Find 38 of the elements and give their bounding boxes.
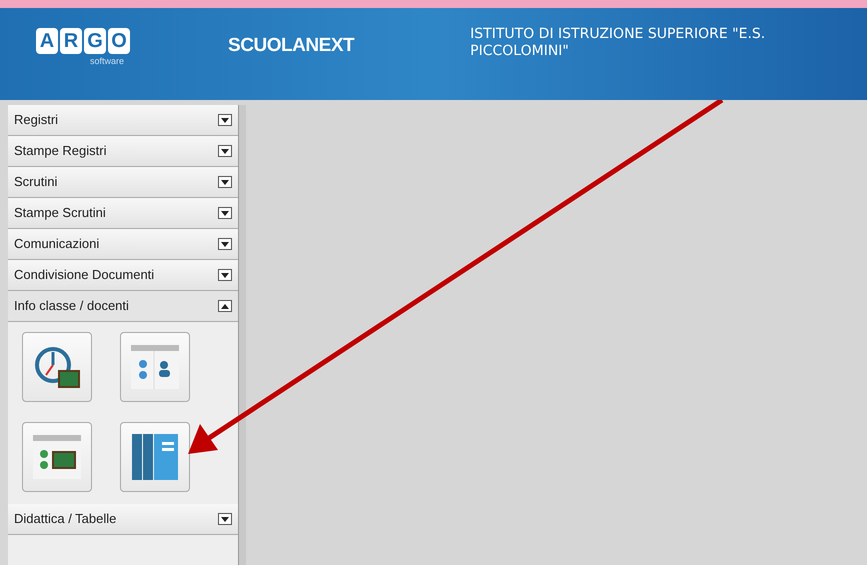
logo-letter: R (60, 28, 82, 54)
accordion-header[interactable]: Condivisione Documenti (8, 260, 238, 291)
product-name: SCUOLANEXT (228, 34, 354, 58)
section-label: Didattica / Tabelle (14, 510, 116, 528)
section-label: Info classe / docenti (14, 297, 129, 316)
window-board-icon (32, 434, 82, 480)
school-name: ISTITUTO DI ISTRUZIONE SUPERIORE "E.S. PICCOLOMINI" (470, 26, 766, 60)
logo-letter: A (36, 28, 58, 54)
expand-icon (218, 176, 232, 188)
expand-icon (218, 114, 232, 126)
accordion-header[interactable]: Registri (8, 105, 238, 136)
expand-icon (218, 207, 232, 219)
expand-icon (218, 145, 232, 157)
logo-subtitle: software (90, 55, 124, 68)
section-label: Stampe Registri (14, 142, 106, 160)
tile-button[interactable] (120, 332, 190, 402)
section-label: Comunicazioni (14, 235, 100, 254)
logo-letter: O (108, 28, 130, 54)
tile-button[interactable] (120, 422, 190, 492)
expand-icon (218, 238, 232, 250)
section-label: Scrutini (14, 173, 58, 192)
logo-letter: G (84, 28, 106, 54)
accordion-header[interactable]: Stampe Scrutini (8, 198, 238, 229)
expand-icon (218, 513, 232, 525)
section-label: Registri (14, 111, 58, 130)
accordion-header[interactable]: Scrutini (8, 167, 238, 198)
section-label: Condivisione Documenti (14, 266, 154, 284)
accordion-header[interactable]: Comunicazioni (8, 229, 238, 260)
book-columns-icon (130, 432, 180, 482)
section-label: Stampe Scrutini (14, 204, 106, 222)
expand-icon (218, 269, 232, 281)
tile-button[interactable] (22, 332, 92, 402)
accordion-header[interactable]: Info classe / docenti (8, 291, 238, 322)
accordion-header[interactable]: Didattica / Tabelle (8, 504, 238, 535)
collapse-icon (218, 300, 232, 312)
window-people-icon (130, 344, 180, 390)
tile-button[interactable] (22, 422, 92, 492)
accordion-header[interactable]: Stampe Registri (8, 136, 238, 167)
